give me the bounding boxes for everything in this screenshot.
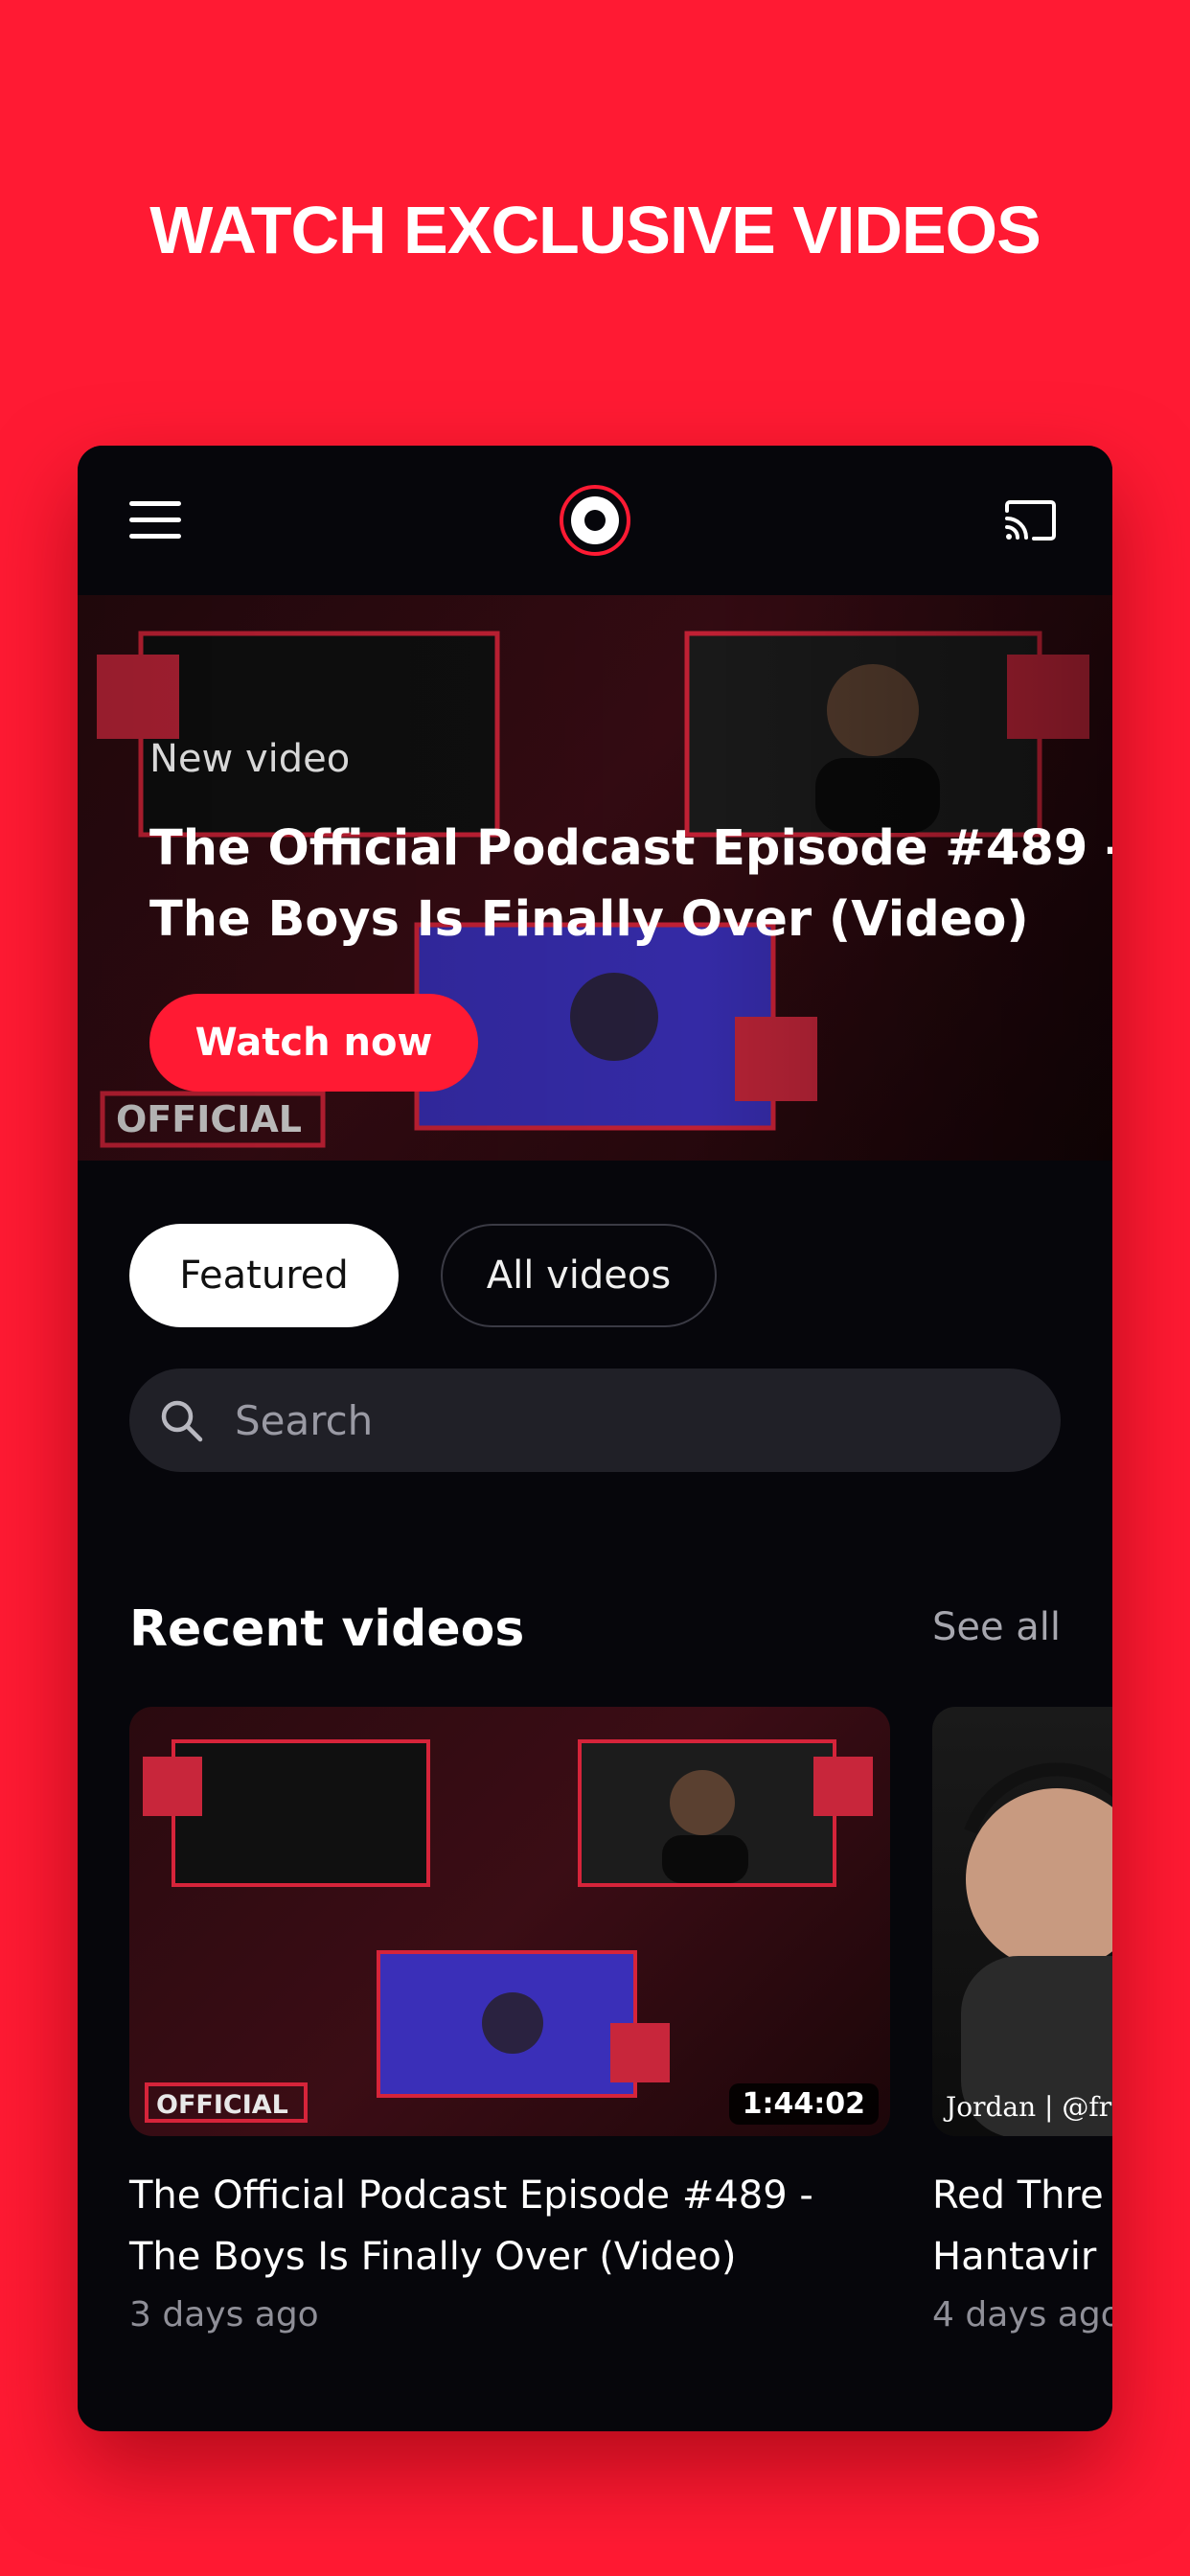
tab-featured[interactable]: Featured xyxy=(129,1224,399,1327)
hero-kicker: New video xyxy=(149,737,351,781)
video-date: 4 days ago xyxy=(932,2295,1112,2334)
video-title-line-1: The Official Podcast Episode #489 - xyxy=(129,2174,813,2218)
video-thumbnail: OFFICIAL 1:44:02 xyxy=(129,1707,890,2136)
video-title: The Official Podcast Episode #489 - The … xyxy=(129,2165,896,2288)
watch-now-button[interactable]: Watch now xyxy=(149,994,478,1092)
app-screen: OFFICIAL New video The Official Podcast … xyxy=(78,446,1112,2431)
headline: WATCH EXCLUSIVE VIDEOS xyxy=(149,193,1041,267)
search-input[interactable] xyxy=(235,1368,1040,1472)
top-bar xyxy=(78,446,1112,595)
thumbnail-caption: Jordan | @frien xyxy=(946,2091,1112,2123)
video-date: 3 days ago xyxy=(129,2295,319,2334)
duration-badge: 1:44:02 xyxy=(728,2083,879,2125)
video-title-line-1: Red Thre xyxy=(932,2174,1104,2218)
hero-banner[interactable]: OFFICIAL New video The Official Podcast … xyxy=(78,595,1112,1161)
hamburger-icon[interactable] xyxy=(129,499,183,540)
video-card[interactable]: Jordan | @frien Red Thre Hantavir 4 days… xyxy=(932,1707,1112,2334)
thumbnail-art xyxy=(961,1762,1112,2136)
section-title-recent: Recent videos xyxy=(129,1600,525,1658)
hero-title-line-1: The Official Podcast Episode #489 - xyxy=(149,820,1112,877)
video-title-line-2: Hantavir xyxy=(932,2235,1097,2279)
thumbnail-art: OFFICIAL xyxy=(143,1739,873,2123)
see-all-link[interactable]: See all xyxy=(932,1605,1061,1649)
video-title: Red Thre Hantavir xyxy=(932,2165,1112,2288)
tab-all-videos[interactable]: All videos xyxy=(441,1224,717,1327)
video-title-line-2: The Boys Is Finally Over (Video) xyxy=(129,2235,737,2279)
svg-text:OFFICIAL: OFFICIAL xyxy=(156,2090,288,2120)
ring-logo-icon[interactable] xyxy=(559,484,631,557)
video-card[interactable]: OFFICIAL 1:44:02 The Official Podcast Ep… xyxy=(129,1707,896,2334)
search-bar[interactable] xyxy=(129,1368,1061,1472)
filter-tabs: Featured All videos xyxy=(129,1224,717,1327)
hero-title: The Official Podcast Episode #489 - The … xyxy=(149,814,1112,955)
video-thumbnail: Jordan | @frien xyxy=(932,1707,1112,2136)
search-icon xyxy=(161,1400,203,1442)
hero-title-line-2: The Boys Is Finally Over (Video) xyxy=(149,891,1029,948)
cast-icon[interactable] xyxy=(1003,499,1057,541)
